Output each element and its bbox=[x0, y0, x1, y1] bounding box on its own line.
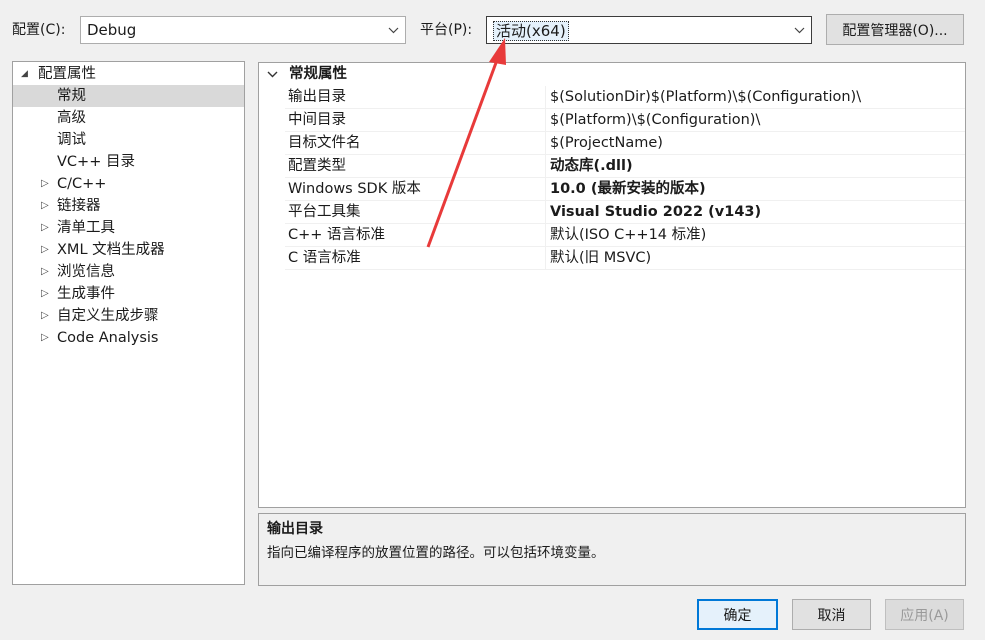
platform-dropdown[interactable]: 活动(x64) bbox=[486, 16, 812, 44]
property-value[interactable]: 10.0 (最新安装的版本) bbox=[546, 178, 965, 200]
expand-triangle-icon[interactable]: ▷ bbox=[41, 173, 49, 195]
property-name: 平台工具集 bbox=[259, 201, 546, 223]
tree-item-label: 高级 bbox=[57, 110, 86, 126]
tree-item-label: 常规 bbox=[57, 88, 86, 104]
cancel-button[interactable]: 取消 bbox=[792, 599, 871, 630]
tree-item-label: 生成事件 bbox=[57, 286, 115, 302]
expanded-triangle-icon: ◢ bbox=[21, 69, 28, 79]
property-grid: 常规属性 输出目录 $(SolutionDir)$(Platform)\$(Con… bbox=[258, 62, 966, 508]
expand-triangle-icon[interactable]: ▷ bbox=[41, 239, 49, 261]
grid-category-header[interactable]: 常规属性 bbox=[259, 63, 965, 86]
property-row[interactable]: 配置类型 动态库(.dll) bbox=[259, 155, 965, 178]
tree-item[interactable]: ▷ XML 文档生成器 bbox=[13, 239, 244, 261]
property-row[interactable]: C++ 语言标准 默认(ISO C++14 标准) bbox=[259, 224, 965, 247]
expand-triangle-icon[interactable]: ▷ bbox=[41, 195, 49, 217]
tree-item[interactable]: ▷ C/C++ bbox=[13, 173, 244, 195]
chevron-down-icon bbox=[387, 24, 399, 36]
property-value[interactable]: $(ProjectName) bbox=[546, 132, 965, 154]
config-dropdown[interactable]: Debug bbox=[80, 16, 406, 44]
property-row[interactable]: 平台工具集 Visual Studio 2022 (v143) bbox=[259, 201, 965, 224]
property-name: 目标文件名 bbox=[259, 132, 546, 154]
grid-category-label: 常规属性 bbox=[289, 66, 347, 82]
tree-item-label: 链接器 bbox=[57, 198, 101, 214]
configuration-manager-button[interactable]: 配置管理器(O)... bbox=[826, 14, 964, 45]
property-row[interactable]: 目标文件名 $(ProjectName) bbox=[259, 132, 965, 155]
property-name: 配置类型 bbox=[259, 155, 546, 177]
property-value[interactable]: 动态库(.dll) bbox=[546, 155, 965, 177]
property-tree: ◢ 配置属性 常规高级调试 VC++ 目录 ▷ C/C++ ▷ 链接器 ▷ 清单工具 ▷ XML … bbox=[12, 61, 245, 585]
tree-item-label: Code Analysis bbox=[57, 330, 159, 346]
property-name: 中间目录 bbox=[259, 109, 546, 131]
chevron-down-icon bbox=[793, 24, 805, 36]
description-panel: 输出目录 指向已编译程序的放置位置的路径。可以包括环境变量。 bbox=[258, 513, 966, 586]
tree-item-label: VC++ 目录 bbox=[57, 154, 135, 170]
tree-item-label: C/C++ bbox=[57, 176, 107, 192]
property-name: Windows SDK 版本 bbox=[259, 178, 546, 200]
tree-root-config-properties[interactable]: ◢ 配置属性 bbox=[13, 63, 244, 85]
tree-item-label: 浏览信息 bbox=[57, 264, 115, 280]
tree-item-label: XML 文档生成器 bbox=[57, 242, 165, 258]
platform-value: 活动(x64) bbox=[493, 20, 569, 41]
property-value[interactable]: Visual Studio 2022 (v143) bbox=[546, 201, 965, 223]
ok-button[interactable]: 确定 bbox=[697, 599, 778, 630]
description-title: 输出目录 bbox=[267, 521, 323, 537]
tree-item[interactable]: ▷ 自定义生成步骤 bbox=[13, 305, 244, 327]
property-row[interactable]: 中间目录 $(Platform)\$(Configuration)\ bbox=[259, 109, 965, 132]
tree-item-label: 调试 bbox=[57, 132, 86, 148]
property-value[interactable]: 默认(旧 MSVC) bbox=[546, 247, 965, 269]
apply-button[interactable]: 应用(A) bbox=[885, 599, 964, 630]
config-label: 配置(C): bbox=[12, 22, 66, 38]
platform-label: 平台(P): bbox=[420, 22, 473, 38]
config-value: Debug bbox=[87, 21, 137, 39]
property-name: C++ 语言标准 bbox=[259, 224, 546, 246]
tree-item[interactable]: 调试 bbox=[13, 129, 244, 151]
tree-item-label: 自定义生成步骤 bbox=[57, 308, 159, 324]
property-value[interactable]: 默认(ISO C++14 标准) bbox=[546, 224, 965, 246]
tree-item[interactable]: 高级 bbox=[13, 107, 244, 129]
tree-item[interactable]: ▷ 清单工具 bbox=[13, 217, 244, 239]
expand-triangle-icon[interactable]: ▷ bbox=[41, 305, 49, 327]
expand-triangle-icon[interactable]: ▷ bbox=[41, 261, 49, 283]
property-name: C 语言标准 bbox=[259, 247, 546, 269]
tree-item[interactable]: 常规 bbox=[13, 85, 244, 107]
property-row[interactable]: Windows SDK 版本 10.0 (最新安装的版本) bbox=[259, 178, 965, 201]
property-value[interactable]: $(Platform)\$(Configuration)\ bbox=[546, 109, 965, 131]
expand-triangle-icon[interactable]: ▷ bbox=[41, 327, 49, 349]
property-name: 输出目录 bbox=[259, 86, 546, 108]
tree-item-label: 清单工具 bbox=[57, 220, 115, 236]
property-row[interactable]: C 语言标准 默认(旧 MSVC) bbox=[259, 247, 965, 270]
grid-gutter bbox=[259, 86, 285, 270]
expand-triangle-icon[interactable]: ▷ bbox=[41, 283, 49, 305]
expand-triangle-icon[interactable]: ▷ bbox=[41, 217, 49, 239]
collapse-chevron-icon[interactable] bbox=[259, 63, 285, 86]
property-value[interactable]: $(SolutionDir)$(Platform)\$(Configuratio… bbox=[546, 86, 965, 108]
tree-item[interactable]: ▷ 浏览信息 bbox=[13, 261, 244, 283]
tree-item[interactable]: ▷ 生成事件 bbox=[13, 283, 244, 305]
tree-item[interactable]: ▷ Code Analysis bbox=[13, 327, 244, 349]
tree-item[interactable]: VC++ 目录 bbox=[13, 151, 244, 173]
property-row[interactable]: 输出目录 $(SolutionDir)$(Platform)\$(Configur… bbox=[259, 86, 965, 109]
description-text: 指向已编译程序的放置位置的路径。可以包括环境变量。 bbox=[267, 545, 605, 561]
tree-item[interactable]: ▷ 链接器 bbox=[13, 195, 244, 217]
